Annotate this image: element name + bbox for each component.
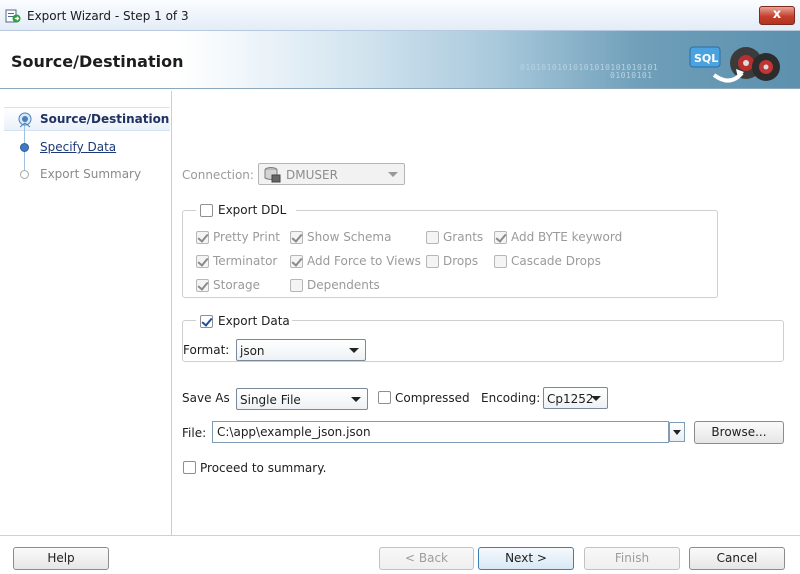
dependents-label: Dependents — [307, 278, 380, 292]
export-data-legend: Export Data — [196, 313, 292, 331]
show-schema-checkbox[interactable] — [290, 231, 303, 244]
storage-checkbox[interactable] — [196, 279, 209, 292]
step-export-summary: Export Summary — [3, 164, 171, 184]
browse-button[interactable]: Browse... — [694, 421, 784, 444]
save-as-label: Save As — [182, 391, 230, 405]
wizard-banner: Source/Destination 010101010101010101010… — [0, 31, 800, 89]
window-title: Export Wizard - Step 1 of 3 — [27, 9, 189, 23]
add-byte-keyword-checkbox[interactable] — [494, 231, 507, 244]
proceed-to-summary-label: Proceed to summary. — [200, 461, 327, 475]
encoding-label: Encoding: — [481, 391, 541, 405]
export-ddl-legend: Export DDL — [196, 202, 296, 220]
show-schema-label: Show Schema — [307, 230, 392, 244]
file-path-input[interactable] — [213, 422, 668, 442]
cascade-drops-label: Cascade Drops — [511, 254, 601, 268]
export-ddl-label: Export DDL — [218, 203, 287, 217]
help-button[interactable]: Help — [13, 547, 109, 570]
database-icon — [264, 167, 281, 183]
export-ddl-checkbox[interactable] — [200, 204, 213, 217]
add-force-to-views-checkbox[interactable] — [290, 255, 303, 268]
finish-button[interactable]: Finish — [584, 547, 680, 570]
step-specify-data[interactable]: Specify Data — [3, 137, 171, 157]
drops-checkbox[interactable] — [426, 255, 439, 268]
sql-export-logo-icon: SQL — [689, 46, 780, 83]
current-step-icon — [18, 112, 32, 128]
format-select[interactable]: json — [236, 339, 366, 361]
connection-select[interactable]: DMUSER — [258, 163, 405, 185]
page-title: Source/Destination — [11, 52, 184, 71]
terminator-label: Terminator — [213, 254, 278, 268]
format-label: Format: — [183, 343, 230, 357]
add-force-to-views-label: Add Force to Views — [307, 254, 421, 268]
connection-label: Connection: — [182, 168, 254, 182]
cancel-button[interactable]: Cancel — [689, 547, 785, 570]
encoding-value: Cp1252 — [547, 392, 594, 406]
grants-label: Grants — [443, 230, 484, 244]
step-label-specify-data[interactable]: Specify Data — [40, 140, 116, 154]
step-source-destination[interactable]: Source/Destination — [3, 109, 171, 129]
format-value: json — [240, 344, 265, 358]
next-button[interactable]: Next > — [478, 547, 574, 570]
grants-checkbox[interactable] — [426, 231, 439, 244]
save-as-value: Single File — [240, 393, 301, 407]
wizard-steps-panel: Source/Destination Specify Data Export S… — [3, 91, 172, 535]
back-button[interactable]: < Back — [379, 547, 474, 570]
add-byte-keyword-label: Add BYTE keyword — [511, 230, 623, 244]
chevron-down-icon — [349, 348, 359, 353]
step-label-source-destination: Source/Destination — [40, 112, 170, 126]
file-path-field[interactable] — [212, 421, 669, 443]
proceed-to-summary-checkbox[interactable] — [183, 461, 196, 474]
chevron-down-icon — [351, 397, 361, 402]
footer-divider — [0, 535, 800, 536]
step-label-export-summary: Export Summary — [40, 167, 142, 181]
export-data-checkbox[interactable] — [200, 315, 213, 328]
connection-value: DMUSER — [286, 168, 338, 182]
chevron-down-icon — [591, 396, 601, 401]
terminator-checkbox[interactable] — [196, 255, 209, 268]
dependents-checkbox[interactable] — [290, 279, 303, 292]
compressed-label: Compressed — [395, 391, 470, 405]
svg-text:SQL: SQL — [694, 52, 718, 65]
storage-label: Storage — [213, 278, 260, 292]
pretty-print-label: Pretty Print — [213, 230, 281, 244]
save-as-select[interactable]: Single File — [236, 388, 368, 410]
compressed-checkbox[interactable] — [378, 391, 391, 404]
close-button[interactable]: x — [759, 6, 795, 25]
title-bar: Export Wizard - Step 1 of 3 x — [0, 0, 800, 31]
drops-label: Drops — [443, 254, 479, 268]
step-dot-icon — [20, 170, 29, 179]
file-history-dropdown[interactable] — [669, 422, 685, 442]
banner-binary-decoration-2: 01010101 — [610, 71, 653, 80]
chevron-down-icon — [673, 430, 681, 435]
file-label: File: — [182, 426, 207, 440]
cascade-drops-checkbox[interactable] — [494, 255, 507, 268]
pretty-print-checkbox[interactable] — [196, 231, 209, 244]
encoding-select[interactable]: Cp1252 — [543, 387, 608, 409]
export-data-label: Export Data — [218, 314, 290, 328]
chevron-down-icon — [388, 172, 398, 177]
export-wizard-icon — [5, 9, 21, 23]
step-dot-icon — [20, 143, 29, 152]
